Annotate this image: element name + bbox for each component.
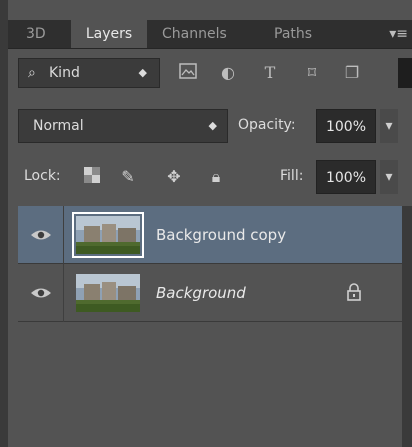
layers-list: Background copy Background [18,206,402,447]
layer-filter-bar: ⌕ Kind ◆ ◐ T ⌑ ❐ [18,58,412,88]
layer-name[interactable]: Background [156,264,246,322]
layer-thumbnail[interactable] [76,274,140,312]
lock-image-icon[interactable]: ✎ [118,167,138,187]
panel-tab-bar: 3D Layers Channels Paths ▾≡ [8,20,412,49]
layer-name[interactable]: Background copy [156,206,286,264]
lock-all-icon[interactable]: 🔒︎ [206,167,226,187]
filter-kind-label: Kind [49,65,80,81]
lock-label: Lock: [24,168,61,184]
panel-edge [402,206,412,447]
filter-kind-select[interactable]: ⌕ Kind ◆ [18,58,160,88]
chevron-updown-icon: ◆ [208,119,217,132]
eye-icon [31,230,51,240]
opacity-input[interactable]: 100% [316,109,376,143]
tab-layers[interactable]: Layers [71,20,147,48]
blend-row: Normal ◆ Opacity: 100% ▾ [18,109,412,143]
eye-icon [31,288,51,298]
blend-mode-value: Normal [33,118,84,134]
lock-transparent-icon[interactable] [82,167,102,187]
fill-label: Fill: [280,168,304,184]
layer-thumbnail[interactable] [72,212,144,258]
shape-filter-icon[interactable]: ⌑ [302,63,322,83]
visibility-toggle[interactable] [18,264,64,322]
adjustment-filter-icon[interactable]: ◐ [218,63,238,83]
blend-mode-select[interactable]: Normal ◆ [18,109,228,143]
visibility-toggle[interactable] [18,206,64,264]
type-filter-icon[interactable]: T [260,63,280,83]
layer-row-background[interactable]: Background [18,264,402,322]
fill-dropdown[interactable]: ▾ [380,160,398,194]
lock-row: Lock: ✎ ✥ 🔒︎ Fill: 100% ▾ [18,158,412,196]
lock-position-icon[interactable]: ✥ [164,167,184,187]
layer-row-background-copy[interactable]: Background copy [18,206,402,264]
tab-3d[interactable]: 3D [18,20,54,48]
opacity-dropdown[interactable]: ▾ [380,109,398,143]
opacity-label: Opacity: [238,117,296,133]
panel-menu-icon[interactable]: ▾≡ [389,20,408,48]
tab-channels[interactable]: Channels [154,20,235,48]
image-filter-icon[interactable] [178,63,198,83]
lock-icon [344,283,364,303]
fill-input[interactable]: 100% [316,160,376,194]
filter-toggle[interactable] [398,58,412,88]
tab-paths[interactable]: Paths [266,20,320,48]
smart-object-filter-icon[interactable]: ❐ [342,63,362,83]
search-icon: ⌕ [28,65,36,81]
chevron-updown-icon: ◆ [138,66,147,79]
